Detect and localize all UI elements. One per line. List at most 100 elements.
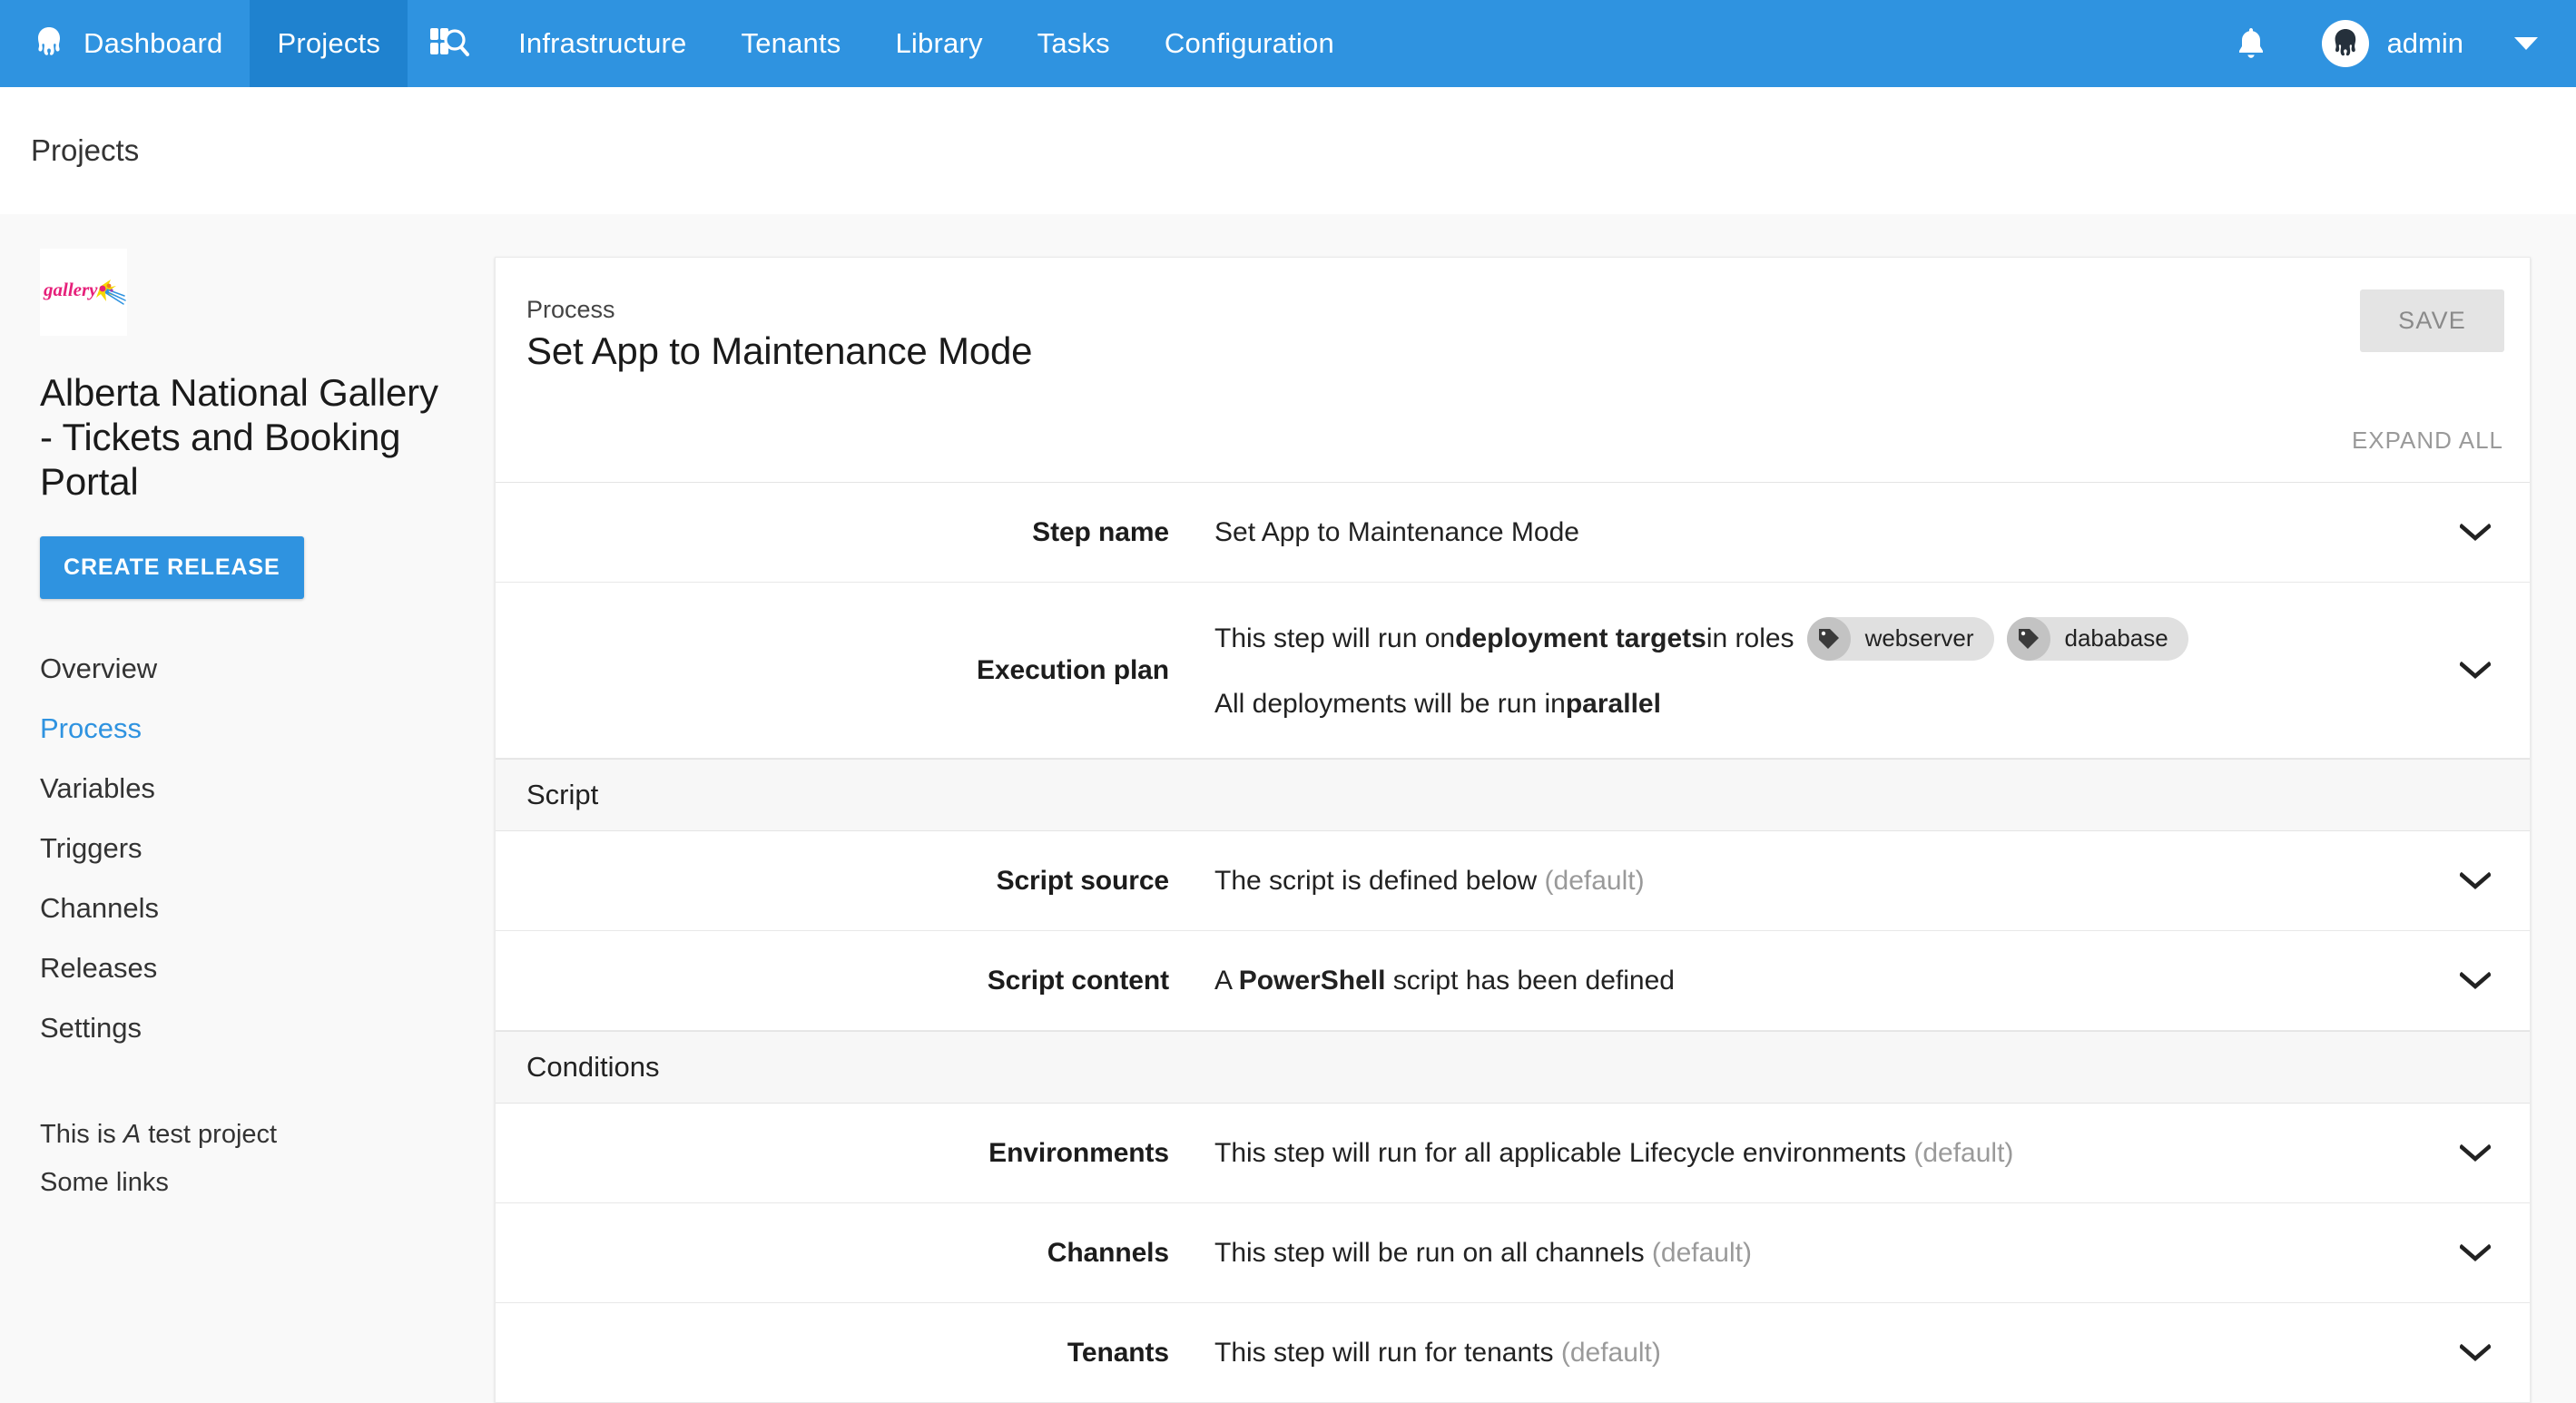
table-row[interactable]: Script content A PowerShell script has b… xyxy=(496,931,2530,1031)
chevron-down-icon xyxy=(2460,1144,2491,1163)
nav-item-tenants-label: Tenants xyxy=(742,27,841,60)
username-label: admin xyxy=(2387,27,2463,60)
nav-item-configuration[interactable]: Configuration xyxy=(1137,0,1362,87)
tenants-default: (default) xyxy=(1561,1338,1661,1368)
expand-row-execution-plan[interactable] xyxy=(2421,662,2530,680)
nav-item-infrastructure-label: Infrastructure xyxy=(518,27,686,60)
row-value-step-name: Set App to Maintenance Mode xyxy=(1214,512,2421,553)
nav-right-cluster: admin xyxy=(2213,0,2576,87)
sidebar-some-links[interactable]: Some links xyxy=(40,1159,455,1207)
nav-item-infrastructure[interactable]: Infrastructure xyxy=(491,0,713,87)
role-tag[interactable]: dababase xyxy=(2007,617,2188,661)
row-value-script-content: A PowerShell script has been defined xyxy=(1214,960,2421,1001)
row-label-tenants: Tenants xyxy=(496,1338,1214,1369)
card-header: Process Set App to Maintenance Mode SAVE… xyxy=(496,258,2530,482)
sidebar-links: Overview Process Variables Triggers Chan… xyxy=(40,639,455,1058)
top-navigation-bar: Dashboard Projects Infrastructure Tenant… xyxy=(0,0,2576,87)
role-tag[interactable]: webserver xyxy=(1807,617,1994,661)
grid-search-icon xyxy=(429,25,469,62)
tag-icon xyxy=(1807,617,1851,661)
expand-row-script-content[interactable] xyxy=(2421,972,2530,990)
row-value-environments: This step will run for all applicable Li… xyxy=(1214,1133,2421,1173)
section-header-conditions: Conditions xyxy=(496,1031,2530,1104)
chevron-down-icon xyxy=(2460,972,2491,990)
row-value-tenants: This step will run for tenants (default) xyxy=(1214,1332,2421,1373)
breadcrumb-projects[interactable]: Projects xyxy=(31,133,139,168)
table-row[interactable]: Step name Set App to Maintenance Mode xyxy=(496,483,2530,583)
row-label-execution-plan: Execution plan xyxy=(496,655,1214,686)
row-label-channels: Channels xyxy=(496,1238,1214,1269)
page-title: Alberta National Gallery - Tickets and B… xyxy=(40,370,455,504)
nav-item-library[interactable]: Library xyxy=(868,0,1009,87)
table-row[interactable]: Execution plan This step will run on dep… xyxy=(496,583,2530,759)
project-logo: gallery xyxy=(40,249,127,336)
execution-plan-line2-bold: parallel xyxy=(1566,683,1661,724)
sidebar-item-process[interactable]: Process xyxy=(40,699,455,759)
sidebar-item-overview[interactable]: Overview xyxy=(40,639,455,699)
table-row[interactable]: Environments This step will run for all … xyxy=(496,1104,2530,1203)
row-value-execution-plan: This step will run on deployment targets… xyxy=(1214,617,2421,724)
execution-plan-line-1: This step will run on deployment targets… xyxy=(1214,617,2421,661)
environments-text: This step will run for all applicable Li… xyxy=(1214,1138,1913,1168)
chevron-down-icon xyxy=(2460,662,2491,680)
notifications-button[interactable] xyxy=(2213,0,2289,87)
nav-item-tenants[interactable]: Tenants xyxy=(714,0,869,87)
row-value-script-source: The script is defined below (default) xyxy=(1214,860,2421,901)
sidebar-item-channels[interactable]: Channels xyxy=(40,878,455,938)
expand-all-button[interactable]: EXPAND ALL xyxy=(2352,427,2503,455)
expand-row-step-name[interactable] xyxy=(2421,524,2530,542)
nav-item-dashboard-label: Dashboard xyxy=(84,27,222,60)
chevron-down-icon[interactable] xyxy=(2514,37,2538,50)
role-tag-label: webserver xyxy=(1851,621,1974,656)
table-row[interactable]: Channels This step will be run on all ch… xyxy=(496,1203,2530,1303)
nav-item-library-label: Library xyxy=(895,27,982,60)
script-content-bold: PowerShell xyxy=(1239,966,1386,996)
project-sidebar: gallery Alberta National Gallery - Ticke… xyxy=(0,214,495,1403)
card-eyebrow: Process xyxy=(526,296,2530,324)
nav-item-dashboard[interactable]: Dashboard xyxy=(0,0,250,87)
role-tag-label: dababase xyxy=(2050,621,2168,656)
gallery-logo: gallery xyxy=(40,249,127,336)
sidebar-item-releases[interactable]: Releases xyxy=(40,938,455,998)
project-description: This is A test project xyxy=(40,1111,455,1159)
svg-text:gallery: gallery xyxy=(43,279,98,300)
save-button[interactable]: SAVE xyxy=(2360,289,2504,352)
nav-item-projects-label: Projects xyxy=(277,27,380,60)
avatar xyxy=(2322,20,2369,67)
expand-row-script-source[interactable] xyxy=(2421,872,2530,890)
nav-item-search[interactable] xyxy=(408,0,491,87)
nav-item-projects[interactable]: Projects xyxy=(250,0,408,87)
octopus-avatar-icon xyxy=(2327,25,2364,62)
tenants-text: This step will run for tenants xyxy=(1214,1338,1561,1368)
chevron-down-icon xyxy=(2460,1244,2491,1262)
create-release-button[interactable]: CREATE RELEASE xyxy=(40,536,304,599)
execution-plan-pre: This step will run on xyxy=(1214,618,1455,659)
execution-plan-bold: deployment targets xyxy=(1455,618,1706,659)
row-value-channels: This step will be run on all channels (d… xyxy=(1214,1232,2421,1273)
octopus-icon xyxy=(31,25,67,62)
table-row[interactable]: Tenants This step will run for tenants (… xyxy=(496,1303,2530,1403)
sidebar-item-triggers[interactable]: Triggers xyxy=(40,819,455,878)
bell-icon xyxy=(2236,26,2266,61)
project-description-pre: This is xyxy=(40,1120,123,1149)
page-body: gallery Alberta National Gallery - Ticke… xyxy=(0,214,2576,1403)
row-label-script-source: Script source xyxy=(496,866,1214,897)
script-source-default: (default) xyxy=(1545,866,1645,896)
tag-icon xyxy=(2007,617,2050,661)
nav-item-tasks-label: Tasks xyxy=(1037,27,1110,60)
breadcrumb: Projects xyxy=(0,87,2576,214)
expand-row-channels[interactable] xyxy=(2421,1244,2530,1262)
execution-plan-mid: in roles xyxy=(1706,618,1794,659)
sidebar-item-variables[interactable]: Variables xyxy=(40,759,455,819)
expand-row-environments[interactable] xyxy=(2421,1144,2530,1163)
project-description-post: test project xyxy=(141,1120,277,1149)
project-description-emphasis: A xyxy=(123,1120,141,1149)
sidebar-item-settings[interactable]: Settings xyxy=(40,998,455,1058)
nav-item-tasks[interactable]: Tasks xyxy=(1010,0,1137,87)
primary-nav-items: Dashboard Projects Infrastructure Tenant… xyxy=(0,0,1362,87)
user-menu[interactable]: admin xyxy=(2289,20,2547,67)
script-content-post: script has been defined xyxy=(1385,966,1675,996)
expand-row-tenants[interactable] xyxy=(2421,1344,2530,1362)
main-content: Process Set App to Maintenance Mode SAVE… xyxy=(495,214,2576,1403)
table-row[interactable]: Script source The script is defined belo… xyxy=(496,831,2530,931)
